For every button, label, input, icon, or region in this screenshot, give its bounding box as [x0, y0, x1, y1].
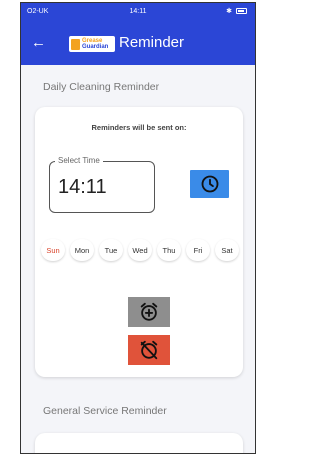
general-reminder-card: [35, 433, 243, 453]
day-wed[interactable]: Wed: [128, 239, 152, 261]
logo-mark: [71, 38, 80, 50]
add-alarm-icon: [140, 302, 158, 321]
add-alarm-button[interactable]: [128, 297, 170, 327]
reminders-sent-on-label: Reminders will be sent on:: [91, 123, 187, 132]
phone-screen: O2-UK 14:11 ✱ ← Grease Guardian Reminder…: [20, 2, 256, 454]
alarm-off-icon: [140, 340, 158, 360]
carrier-label: O2-UK: [27, 8, 49, 15]
day-sat[interactable]: Sat: [215, 239, 239, 261]
select-time-field[interactable]: Select Time 14:11: [49, 156, 155, 213]
grease-guardian-logo: Grease Guardian: [69, 36, 115, 52]
delete-alarm-button[interactable]: [128, 335, 170, 365]
status-time: 14:11: [129, 8, 147, 15]
page-title: Reminder: [119, 34, 185, 51]
general-service-reminder-heading: General Service Reminder: [43, 405, 167, 417]
day-thu[interactable]: Thu: [157, 239, 181, 261]
daily-cleaning-reminder-heading: Daily Cleaning Reminder: [43, 81, 160, 93]
back-arrow-icon[interactable]: ←: [31, 34, 46, 52]
day-tue[interactable]: Tue: [99, 239, 123, 261]
day-mon[interactable]: Mon: [70, 239, 94, 261]
day-sun[interactable]: Sun: [41, 239, 65, 261]
weekday-selector: Sun Mon Tue Wed Thu Fri Sat: [41, 239, 239, 261]
daily-reminder-card: Reminders will be sent on: Select Time 1…: [35, 107, 243, 377]
time-picker-button[interactable]: [190, 170, 229, 198]
clock-icon: [201, 175, 218, 193]
status-icons: ✱: [226, 7, 247, 15]
select-time-value[interactable]: 14:11: [58, 176, 107, 199]
bluetooth-icon: ✱: [226, 8, 232, 15]
day-fri[interactable]: Fri: [186, 239, 210, 261]
status-bar: O2-UK 14:11 ✱: [21, 3, 255, 23]
battery-icon: [236, 8, 247, 14]
logo-text-guardian: Guardian: [82, 44, 109, 50]
select-time-label: Select Time: [55, 156, 103, 166]
app-bar: ← Grease Guardian Reminder: [21, 23, 255, 65]
